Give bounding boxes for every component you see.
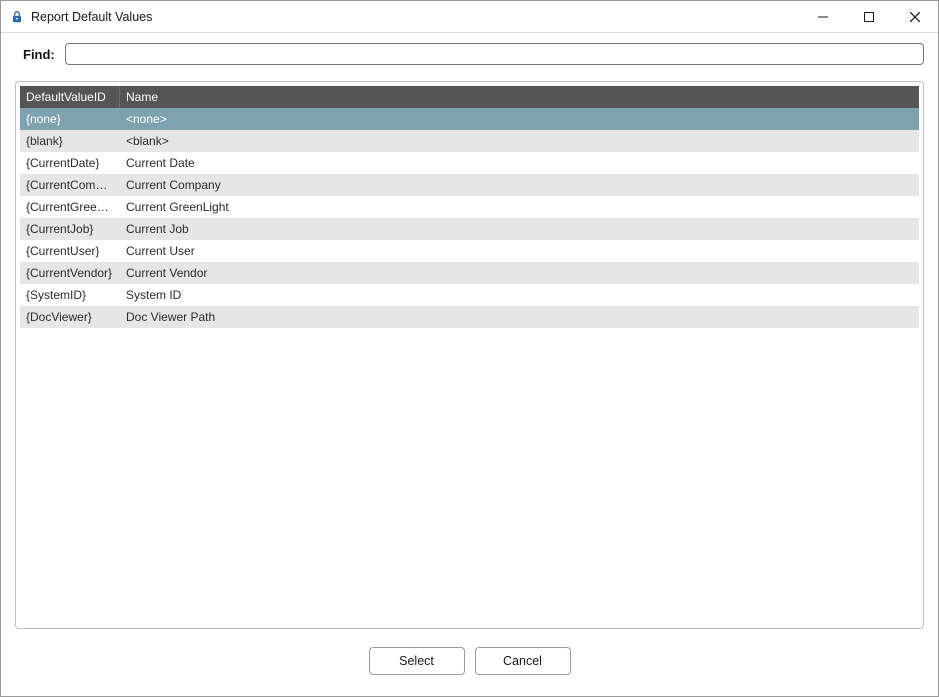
table-row[interactable]: {CurrentVendor}Current Vendor bbox=[20, 262, 919, 284]
table-row[interactable]: {blank}<blank> bbox=[20, 130, 919, 152]
cell-name: Current Vendor bbox=[120, 266, 919, 280]
find-label: Find: bbox=[23, 47, 55, 62]
default-values-grid[interactable]: DefaultValueID Name {none}<none>{blank}<… bbox=[20, 86, 919, 624]
cell-default-value-id: {DocViewer} bbox=[20, 310, 120, 324]
grid-header: DefaultValueID Name bbox=[20, 86, 919, 108]
find-row: Find: bbox=[1, 33, 938, 69]
cell-default-value-id: {CurrentDate} bbox=[20, 156, 120, 170]
grid-body: {none}<none>{blank}<blank>{CurrentDate}C… bbox=[20, 108, 919, 328]
cell-name: Doc Viewer Path bbox=[120, 310, 919, 324]
cell-default-value-id: {blank} bbox=[20, 134, 120, 148]
column-header-name[interactable]: Name bbox=[120, 86, 919, 108]
table-row[interactable]: {CurrentDate}Current Date bbox=[20, 152, 919, 174]
cell-name: Current Date bbox=[120, 156, 919, 170]
table-row[interactable]: {SystemID}System ID bbox=[20, 284, 919, 306]
lock-icon bbox=[9, 9, 25, 25]
table-row[interactable]: {CurrentUser}Current User bbox=[20, 240, 919, 262]
dialog-window: Report Default Values Find: DefaultValue… bbox=[0, 0, 939, 697]
maximize-button[interactable] bbox=[846, 1, 892, 33]
dialog-footer: Select Cancel bbox=[1, 641, 938, 687]
cancel-button[interactable]: Cancel bbox=[475, 647, 571, 675]
window-title: Report Default Values bbox=[31, 10, 152, 24]
table-row[interactable]: {DocViewer}Doc Viewer Path bbox=[20, 306, 919, 328]
cell-default-value-id: {CurrentVendor} bbox=[20, 266, 120, 280]
cell-default-value-id: {CurrentCompany} bbox=[20, 178, 120, 192]
cell-default-value-id: {SystemID} bbox=[20, 288, 120, 302]
titlebar: Report Default Values bbox=[1, 1, 938, 33]
cell-default-value-id: {CurrentUser} bbox=[20, 244, 120, 258]
find-input[interactable] bbox=[65, 43, 924, 65]
cell-default-value-id: {CurrentJob} bbox=[20, 222, 120, 236]
table-row[interactable]: {CurrentJob}Current Job bbox=[20, 218, 919, 240]
cell-default-value-id: {CurrentGreenLig... bbox=[20, 200, 120, 214]
cell-name: Current Company bbox=[120, 178, 919, 192]
cell-name: <none> bbox=[120, 112, 919, 126]
cell-default-value-id: {none} bbox=[20, 112, 120, 126]
close-button[interactable] bbox=[892, 1, 938, 33]
minimize-button[interactable] bbox=[800, 1, 846, 33]
column-header-id[interactable]: DefaultValueID bbox=[20, 86, 120, 108]
cell-name: Current User bbox=[120, 244, 919, 258]
cell-name: Current Job bbox=[120, 222, 919, 236]
cell-name: <blank> bbox=[120, 134, 919, 148]
table-row[interactable]: {CurrentCompany}Current Company bbox=[20, 174, 919, 196]
grid-panel: DefaultValueID Name {none}<none>{blank}<… bbox=[15, 81, 924, 629]
cell-name: Current GreenLight bbox=[120, 200, 919, 214]
select-button[interactable]: Select bbox=[369, 647, 465, 675]
cell-name: System ID bbox=[120, 288, 919, 302]
table-row[interactable]: {none}<none> bbox=[20, 108, 919, 130]
table-row[interactable]: {CurrentGreenLig...Current GreenLight bbox=[20, 196, 919, 218]
